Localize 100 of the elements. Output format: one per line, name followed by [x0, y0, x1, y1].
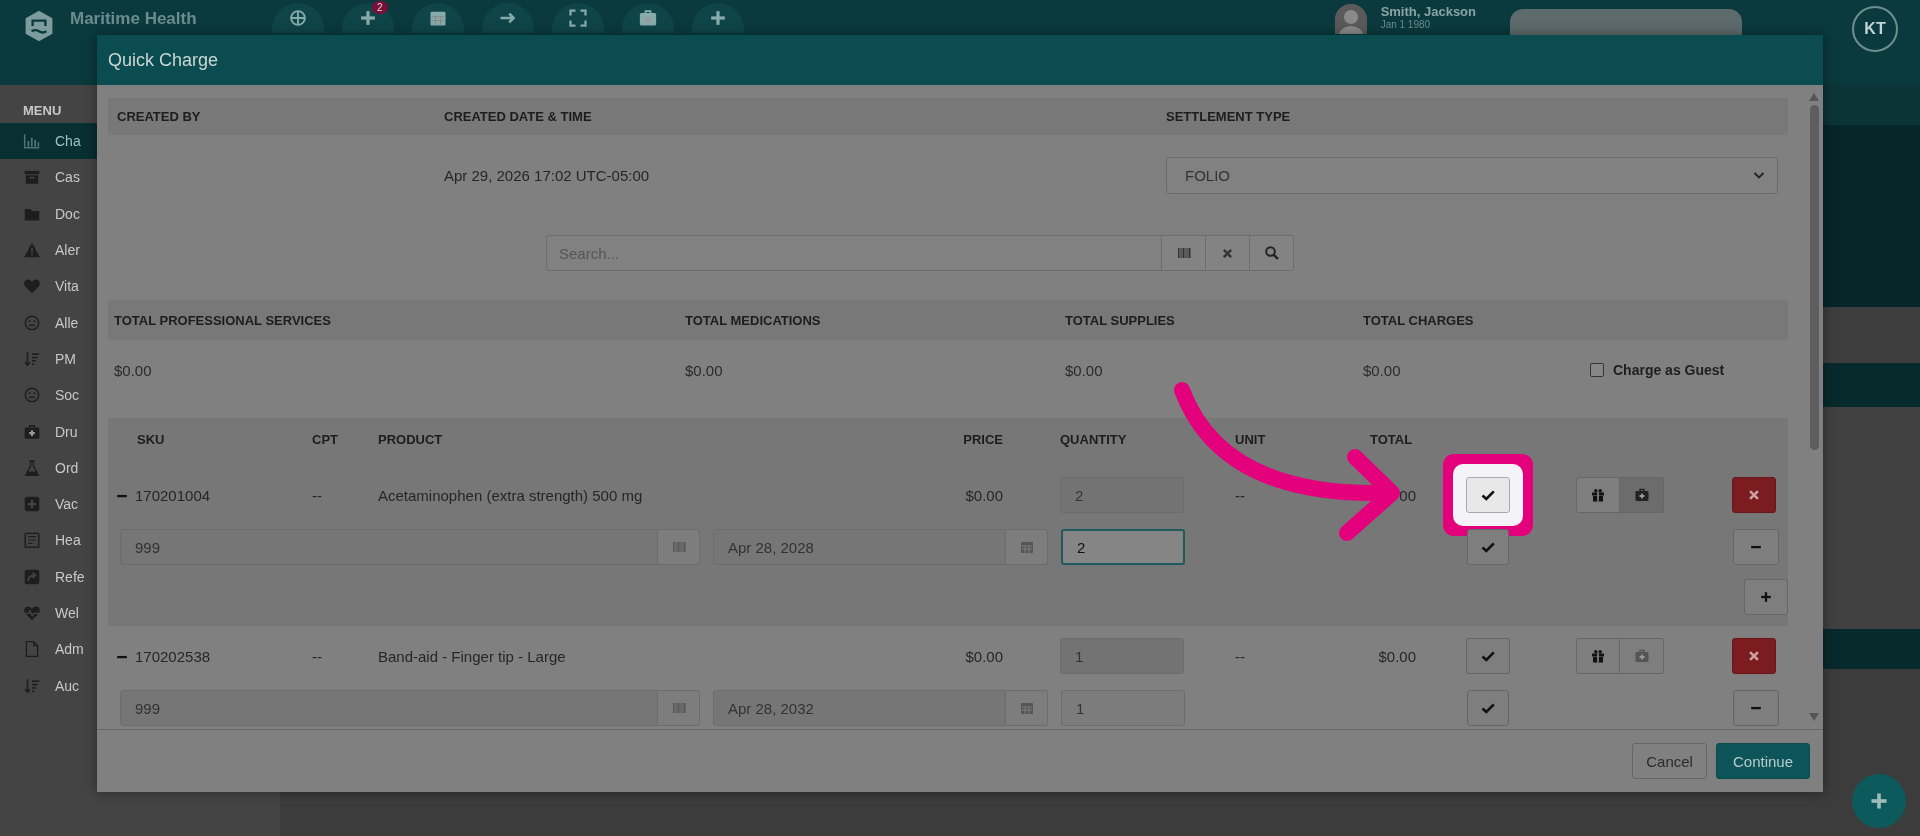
arrow-button[interactable]: [481, 3, 534, 33]
flask-icon: [23, 458, 41, 477]
settlement-select[interactable]: FOLIO: [1166, 156, 1778, 194]
guest-checkbox[interactable]: [1590, 363, 1604, 377]
remove-button[interactable]: [1732, 638, 1776, 674]
sidebar-item[interactable]: Auc: [0, 667, 97, 704]
created-date: Apr 29, 2026 17:02 UTC-05:00: [444, 166, 651, 184]
patient-name: Smith, Jackson: [1380, 4, 1476, 19]
share-icon: [23, 567, 41, 586]
quantity-field[interactable]: 1: [1061, 690, 1185, 726]
sidebar-item[interactable]: Refe: [0, 558, 97, 595]
column-header: TOTAL: [1370, 431, 1414, 447]
sidebar-item[interactable]: Vac: [0, 485, 97, 523]
sidebar-item[interactable]: Alle: [0, 304, 97, 341]
cancel-button[interactable]: Cancel: [1632, 743, 1707, 779]
patient-dob: Jan 1 1980: [1380, 19, 1432, 30]
heart-icon: [23, 277, 41, 296]
total-value: $0.00: [114, 361, 153, 379]
clear-button[interactable]: [1206, 235, 1250, 271]
plus-icon: [1868, 790, 1890, 812]
plus-square-icon: [23, 495, 41, 514]
sidebar-item[interactable]: Cas: [0, 159, 97, 196]
cpt: --: [312, 647, 323, 665]
total-value: $0.00: [1065, 361, 1104, 379]
brand-name: Maritime Health: [70, 9, 197, 29]
sidebar-item[interactable]: Adm: [0, 631, 97, 668]
column-header: TOTAL CHARGES: [1363, 312, 1475, 328]
sidebar-item[interactable]: Dru: [0, 413, 97, 450]
barcode-icon: [670, 539, 687, 555]
medkit-icon: [1633, 648, 1650, 664]
avatar: [1334, 4, 1367, 34]
quantity-field[interactable]: 2: [1061, 529, 1185, 565]
plus-button[interactable]: 2: [341, 3, 394, 33]
search-icon: [1263, 245, 1280, 261]
sidebar-item[interactable]: PM: [0, 340, 97, 378]
column-header: SKU: [137, 431, 166, 447]
calendar-icon: [1018, 539, 1035, 555]
medkit-icon: [1633, 487, 1650, 503]
barcode-icon: [1175, 245, 1192, 261]
expand-button[interactable]: [551, 3, 604, 33]
user-avatar[interactable]: KT: [1852, 6, 1898, 52]
menu-title: MENU: [23, 103, 62, 119]
unit: --: [1235, 486, 1246, 504]
confirm-button[interactable]: [1467, 529, 1509, 565]
close-icon: [1747, 488, 1761, 502]
search-button[interactable]: [1250, 235, 1294, 271]
column-header: PRODUCT: [378, 431, 444, 447]
sidebar-item[interactable]: Wel: [0, 594, 97, 632]
notification-badge: 2: [372, 1, 388, 14]
confirm-button[interactable]: [1467, 690, 1509, 726]
expand-icon: [567, 8, 588, 28]
face-icon: [23, 386, 41, 405]
price: $0.00: [964, 647, 1003, 665]
medkit-toggle[interactable]: [1620, 638, 1664, 674]
gift-icon: [1590, 648, 1606, 664]
total-value: $0.00: [685, 361, 724, 379]
calendar-icon: [1018, 700, 1035, 716]
medkit-icon: [23, 422, 41, 441]
sidebar-item[interactable]: Aler: [0, 231, 97, 269]
sidebar-item[interactable]: Doc: [0, 195, 97, 232]
item-row[interactable]: 170201004 -- Acetaminophen (extra strength) 500 mg $0.00 2 -- 00 999 Apr 28, 2028 2: [108, 460, 1788, 626]
add-lot-button[interactable]: [1744, 579, 1788, 615]
globe-button[interactable]: [271, 3, 324, 33]
gift-toggle[interactable]: [1576, 638, 1620, 674]
medkit-toggle[interactable]: [1620, 477, 1664, 513]
globe-icon: [287, 8, 308, 28]
product-name: Band-aid - Finger tip - Large: [378, 647, 567, 665]
total: 00: [1399, 486, 1416, 504]
remove-button[interactable]: [1732, 477, 1776, 513]
item-row[interactable]: 170202538 -- Band-aid - Finger tip - Large $0.00 1 -- $0.00 999 Apr 28, 2032 1: [108, 626, 1788, 729]
checkbox-label: Charge as Guest: [1613, 362, 1725, 378]
column-header: SETTLEMENT TYPE: [1166, 109, 1292, 124]
unit: --: [1235, 647, 1246, 665]
archive-icon: [23, 168, 41, 187]
column-header: CPT: [312, 431, 339, 447]
column-header: PRICE: [962, 431, 1003, 447]
continue-button[interactable]: Continue: [1715, 743, 1810, 779]
medkit-icon: [637, 8, 658, 28]
sidebar-item[interactable]: Ord: [0, 449, 97, 486]
barcode-icon: [670, 700, 687, 716]
header-search-field[interactable]: [1510, 9, 1742, 35]
gift-toggle[interactable]: [1576, 477, 1620, 513]
price: $0.00: [964, 486, 1003, 504]
sidebar-item[interactable]: Cha: [0, 123, 97, 160]
calendar-button[interactable]: [411, 3, 464, 33]
scrollbar-thumb[interactable]: [1809, 105, 1819, 450]
add-button[interactable]: [1852, 774, 1906, 828]
total-value: $0.00: [1363, 361, 1402, 379]
cpt: --: [312, 486, 323, 504]
sidebar-item[interactable]: Soc: [0, 377, 97, 414]
sort-icon: [23, 349, 41, 368]
sort-icon: [23, 676, 41, 695]
sidebar-item[interactable]: Vita: [0, 268, 97, 305]
plus-button[interactable]: [691, 3, 744, 33]
sheet-icon: [23, 531, 41, 550]
column-header: TOTAL SUPPLIES: [1065, 312, 1176, 328]
medkit-button[interactable]: [621, 3, 674, 33]
total: $0.00: [1378, 647, 1416, 665]
plus-icon: [1759, 590, 1773, 604]
sidebar-item[interactable]: Hea: [0, 522, 97, 559]
